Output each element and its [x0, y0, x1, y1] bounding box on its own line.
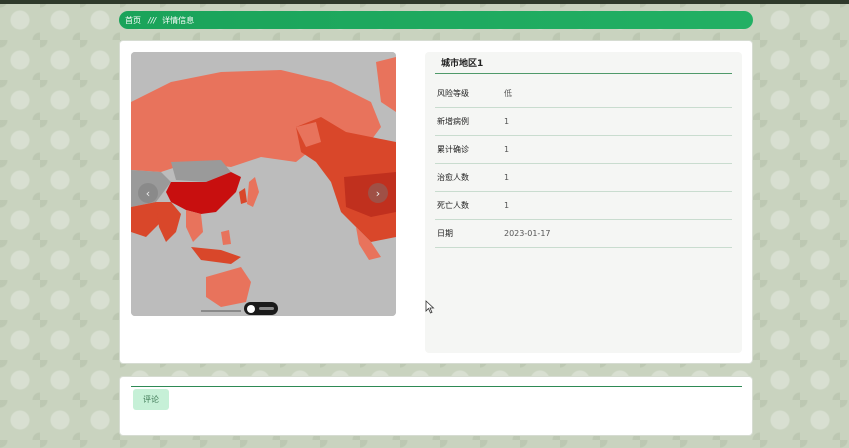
detail-panel: 城市地区1 风险等级 低 新增病例 1 累计确诊 1 治愈人数 1 死亡人数 1… — [425, 52, 742, 353]
top-strip — [0, 0, 849, 4]
comment-card: 评论 — [119, 376, 753, 436]
row-value: 1 — [504, 173, 510, 182]
mouse-cursor-icon — [425, 300, 435, 314]
map-credit — [201, 310, 241, 312]
map-logo-badge — [244, 302, 278, 315]
row-value: 1 — [504, 201, 510, 210]
carousel-next-button[interactable]: › — [368, 183, 388, 203]
logo-mark — [259, 307, 274, 310]
map-carousel[interactable]: ‹ › — [131, 52, 396, 316]
comment-divider — [131, 386, 742, 387]
row-value: 1 — [504, 145, 510, 154]
row-label: 风险等级 — [437, 89, 469, 98]
row-label: 累计确诊 — [437, 145, 469, 154]
row-label: 日期 — [437, 229, 453, 238]
row-value: 2023-01-17 — [504, 229, 551, 238]
row-label: 新增病例 — [437, 117, 469, 126]
chevron-right-icon: › — [375, 186, 381, 200]
chevron-left-icon: ‹ — [145, 186, 151, 200]
row-value: 1 — [504, 117, 510, 126]
row-value: 低 — [504, 89, 512, 98]
epidemic-map-image — [131, 52, 396, 316]
detail-card: ‹ › 城市地区1 风险等级 低 新增病例 1 累计确诊 1 治愈人数 1 死亡… — [119, 40, 753, 364]
breadcrumb-home-link[interactable]: 首页 — [125, 15, 141, 26]
avatar-icon — [247, 304, 255, 313]
comment-tab[interactable]: 评论 — [133, 389, 169, 410]
breadcrumb: 首页 /// 详情信息 — [119, 11, 753, 29]
detail-row-recovered: 治愈人数 1 — [435, 164, 732, 192]
detail-row-deaths: 死亡人数 1 — [435, 192, 732, 220]
row-label: 治愈人数 — [437, 173, 469, 182]
row-label: 死亡人数 — [437, 201, 469, 210]
detail-title: 城市地区1 — [435, 52, 732, 74]
detail-row-total-confirmed: 累计确诊 1 — [435, 136, 732, 164]
carousel-prev-button[interactable]: ‹ — [138, 183, 158, 203]
detail-row-new-cases: 新增病例 1 — [435, 108, 732, 136]
breadcrumb-current: 详情信息 — [162, 15, 195, 25]
breadcrumb-separator: /// — [148, 15, 157, 25]
detail-row-date: 日期 2023-01-17 — [435, 220, 732, 248]
detail-row-risk-level: 风险等级 低 — [435, 80, 732, 108]
